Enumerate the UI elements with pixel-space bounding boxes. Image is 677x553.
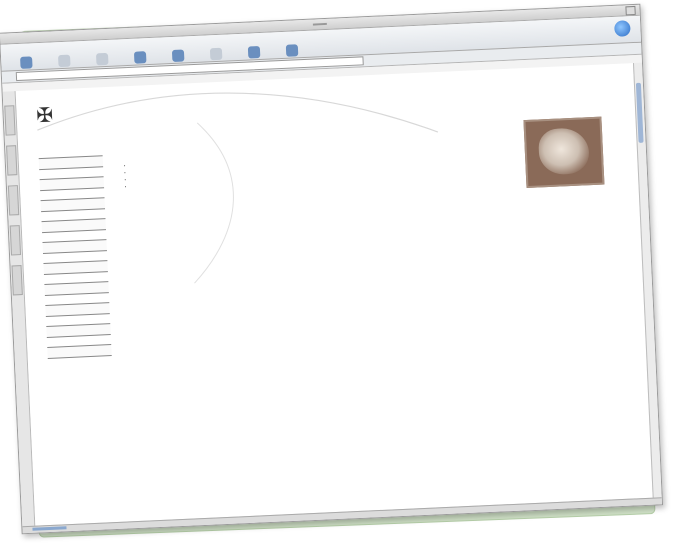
autofill-button[interactable] (200, 36, 231, 61)
scrollbar-thumb[interactable] (635, 82, 644, 143)
photo-subject (537, 127, 590, 176)
nav-item[interactable] (47, 344, 112, 359)
site-logo-cross-icon: ✠ (35, 102, 54, 128)
stop-button[interactable] (86, 41, 117, 66)
refresh-button[interactable] (124, 40, 155, 65)
nav-item[interactable] (42, 239, 107, 255)
nav-item[interactable] (46, 323, 111, 338)
nav-item[interactable] (38, 155, 104, 171)
browser-logo-icon (614, 20, 631, 37)
welcome-text (120, 136, 270, 143)
sidebar-tab-history[interactable] (6, 145, 18, 176)
photo-caption (521, 192, 621, 197)
browser-window: ✠ (0, 3, 664, 535)
screenshot-stage: ✠ (0, 0, 677, 553)
site-navigation (38, 155, 112, 359)
sidebar-tab-search[interactable] (7, 185, 20, 216)
nav-item[interactable] (41, 218, 107, 234)
sidebar-tab-scrapbook[interactable] (9, 225, 22, 256)
back-button[interactable] (11, 45, 42, 70)
print-button[interactable] (238, 35, 269, 60)
nav-item[interactable] (43, 260, 108, 276)
mail-button[interactable] (276, 33, 307, 58)
nav-item[interactable] (45, 302, 110, 317)
refresh-icon (133, 51, 147, 64)
content-area: ✠ (2, 62, 662, 528)
web-page: ✠ (15, 63, 653, 527)
nav-item[interactable] (44, 281, 109, 297)
forward-button[interactable] (49, 43, 80, 68)
window-title (312, 22, 327, 26)
nav-item[interactable] (40, 197, 106, 213)
window-zoom-button[interactable] (625, 5, 636, 16)
home-button[interactable] (162, 38, 193, 63)
feature-photo (523, 116, 605, 189)
status-progress (32, 526, 67, 531)
forward-icon (58, 54, 71, 68)
sidebar-tab-favorites[interactable] (4, 105, 16, 136)
autofill-icon (209, 47, 223, 61)
back-icon (20, 56, 33, 69)
nav-item[interactable] (39, 176, 105, 192)
mail-icon (285, 44, 299, 57)
page-link-list (123, 162, 134, 190)
stop-icon (95, 52, 109, 66)
print-icon (247, 45, 261, 59)
sidebar-tab-page-holder[interactable] (11, 265, 23, 296)
home-icon (171, 49, 185, 62)
